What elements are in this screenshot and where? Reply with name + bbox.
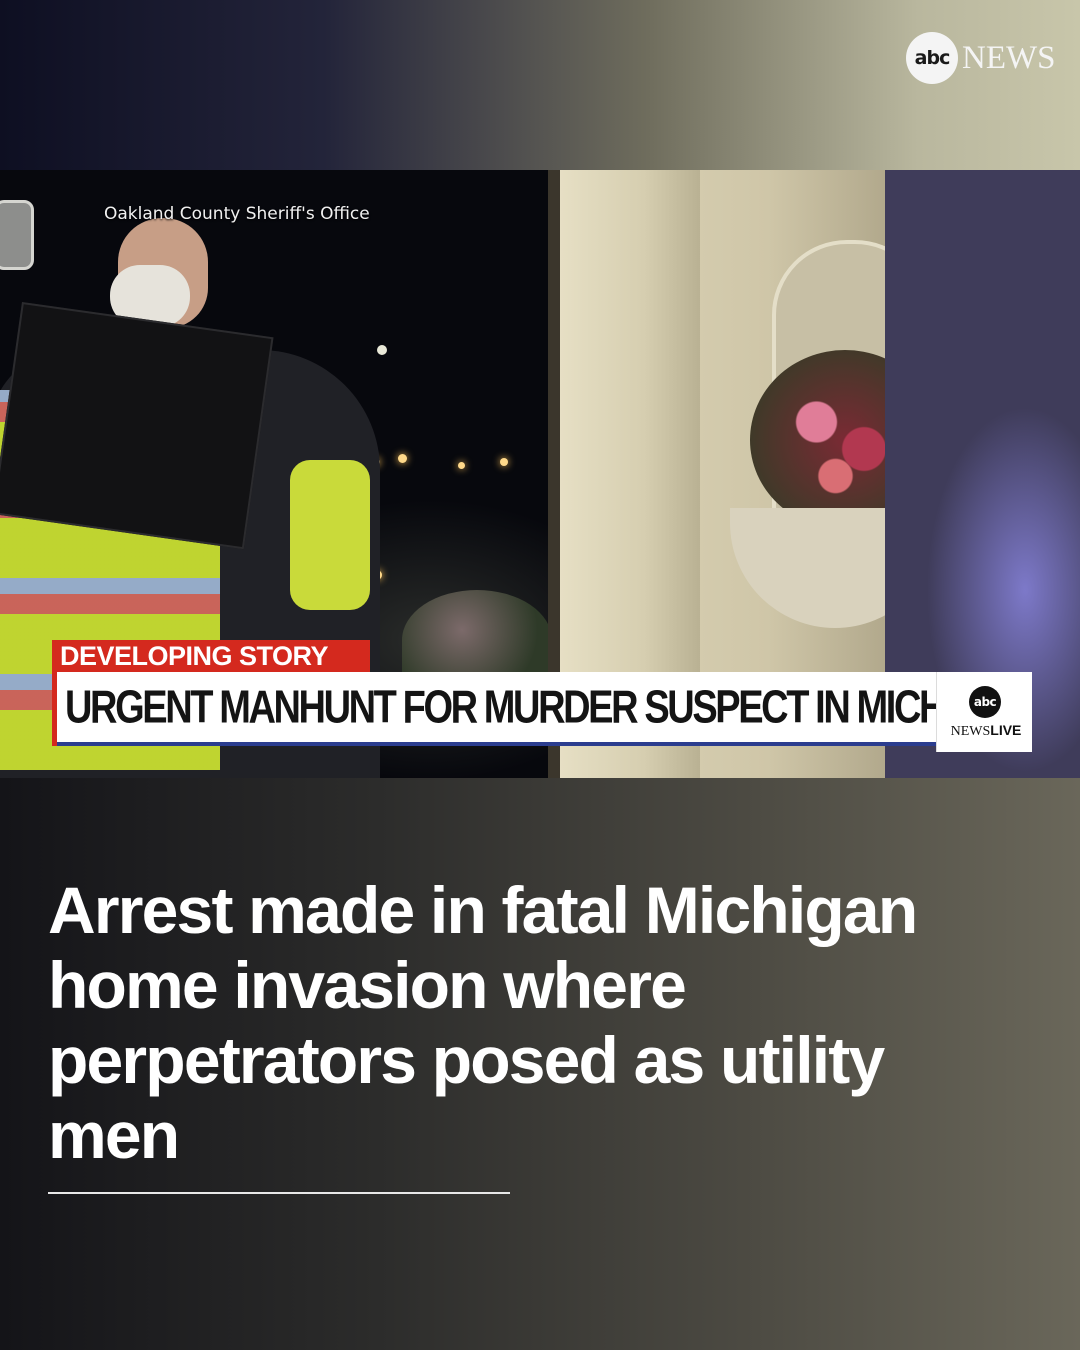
badge-news-text: NEWS xyxy=(950,724,991,739)
lower-third-text: URGENT MANHUNT FOR MURDER SUSPECT IN MIC… xyxy=(65,682,1032,734)
abc-logo-disc: abc xyxy=(906,32,958,84)
porch-lamp xyxy=(0,200,34,270)
clipboard xyxy=(0,302,274,550)
safety-vest-side xyxy=(290,460,370,610)
news-live-badge: abc NEWSLIVE xyxy=(936,672,1032,752)
abc-news-logo: abc NEWS xyxy=(906,32,1056,84)
lower-third-underline xyxy=(57,742,936,746)
news-logo-word: NEWS xyxy=(962,39,1056,76)
video-credit: Oakland County Sheriff's Office xyxy=(104,204,370,224)
headline-divider xyxy=(48,1192,510,1194)
developing-story-tag: DEVELOPING STORY xyxy=(52,640,370,672)
lower-third-headline: URGENT MANHUNT FOR MURDER SUSPECT IN MIC… xyxy=(52,672,1032,746)
badge-live-text: LIVE xyxy=(990,722,1022,738)
story-headline: Arrest made in fatal Michigan home invas… xyxy=(48,873,918,1172)
abc-badge-disc: abc xyxy=(969,686,1001,718)
video-frame: Oakland County Sheriff's Office DEVELOPI… xyxy=(0,170,1080,778)
moon xyxy=(377,345,387,355)
top-band xyxy=(0,0,1080,170)
news-live-wordmark: NEWSLIVE xyxy=(941,722,1031,740)
